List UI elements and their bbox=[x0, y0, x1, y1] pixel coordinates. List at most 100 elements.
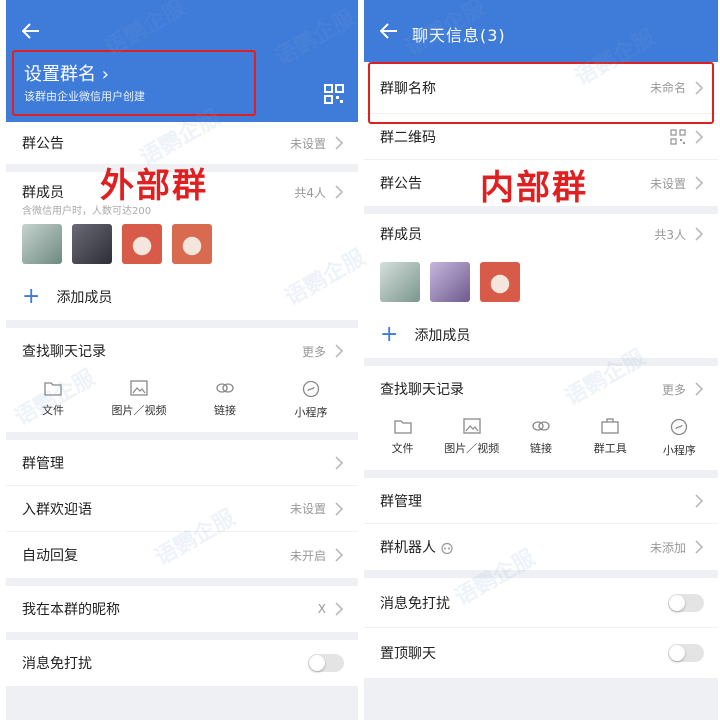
folder-icon bbox=[44, 382, 62, 396]
chevron-right-icon bbox=[335, 548, 344, 562]
tool-label: 小程序 bbox=[662, 444, 696, 457]
avatar[interactable] bbox=[172, 224, 212, 264]
chevron-right-icon bbox=[335, 185, 344, 199]
avatar[interactable] bbox=[380, 262, 420, 302]
search-history-row[interactable]: 查找聊天记录 更多 bbox=[6, 328, 358, 374]
plus-icon: + bbox=[22, 284, 41, 309]
add-member-button[interactable]: + 添加成员 bbox=[6, 274, 358, 320]
tool-miniprogram[interactable]: 小程序 bbox=[645, 418, 714, 458]
tool-label: 文件 bbox=[42, 404, 64, 417]
robot-value: 未添加 bbox=[649, 540, 686, 555]
group-qr-row[interactable]: 群二维码 bbox=[364, 114, 718, 160]
welcome-message-row[interactable]: 入群欢迎语 未设置 bbox=[6, 486, 358, 532]
tool-miniprogram[interactable]: 小程序 bbox=[268, 380, 354, 420]
tool-links[interactable]: 链接 bbox=[506, 418, 575, 458]
auto-reply-value: 未开启 bbox=[289, 548, 326, 563]
history-filter-tools: 文件 图片／视频 链接 小程序 bbox=[6, 374, 358, 432]
tool-label: 图片／视频 bbox=[444, 442, 500, 455]
announcement-value: 未设置 bbox=[649, 176, 686, 191]
image-icon bbox=[463, 418, 481, 434]
avatar[interactable] bbox=[72, 224, 112, 264]
group-manage-row[interactable]: 群管理 bbox=[6, 440, 358, 486]
annotation-internal-group: 内部群 bbox=[480, 168, 588, 208]
tool-label: 图片／视频 bbox=[111, 404, 167, 417]
pin-toggle[interactable] bbox=[668, 644, 704, 662]
pin-label: 置顶聊天 bbox=[380, 646, 436, 662]
search-history-label: 查找聊天记录 bbox=[22, 344, 106, 360]
group-created-by-note: 该群由企业微信用户创建 bbox=[24, 90, 145, 103]
nickname-value: X bbox=[317, 602, 326, 616]
tool-links[interactable]: 链接 bbox=[182, 380, 268, 420]
folder-icon bbox=[393, 420, 412, 434]
members-count: 共4人 bbox=[294, 186, 326, 200]
chevron-right-icon bbox=[695, 493, 704, 508]
add-member-button[interactable]: + 添加成员 bbox=[364, 312, 718, 358]
announcement-value: 未设置 bbox=[289, 136, 326, 151]
dnd-label: 消息免打扰 bbox=[380, 595, 450, 612]
group-name-row[interactable]: 群聊名称 未命名 bbox=[364, 62, 718, 114]
external-group-panel: 设置群名 › 该群由企业微信用户创建 群公告 未设置 群成员 共4人 含微信用户… bbox=[6, 0, 358, 720]
members-row[interactable]: 群成员 共3人 bbox=[364, 214, 718, 254]
back-arrow-icon[interactable] bbox=[20, 20, 42, 42]
pin-chat-row[interactable]: 置顶聊天 bbox=[364, 628, 718, 678]
search-history-more: 更多 bbox=[661, 382, 686, 397]
robot-icon bbox=[441, 542, 454, 555]
avatar[interactable] bbox=[480, 262, 520, 302]
tool-images[interactable]: 图片／视频 bbox=[437, 418, 506, 458]
tool-label: 文件 bbox=[391, 442, 414, 455]
chevron-right-icon bbox=[695, 129, 704, 144]
chevron-right-icon bbox=[695, 382, 704, 396]
group-name-value: 未命名 bbox=[649, 81, 686, 95]
search-history-row[interactable]: 查找聊天记录 更多 bbox=[364, 366, 718, 412]
announcement-label: 群公告 bbox=[22, 136, 64, 152]
tool-label: 小程序 bbox=[294, 406, 328, 419]
chevron-right-icon bbox=[695, 80, 704, 95]
group-name-label: 群聊名称 bbox=[380, 80, 436, 97]
toolbox-icon bbox=[601, 418, 619, 434]
chevron-right-icon bbox=[695, 176, 704, 190]
tool-images[interactable]: 图片／视频 bbox=[96, 380, 182, 420]
my-nickname-row[interactable]: 我在本群的昵称 X bbox=[6, 586, 358, 632]
group-manage-row[interactable]: 群管理 bbox=[364, 478, 718, 524]
member-avatars bbox=[6, 216, 358, 274]
dnd-toggle[interactable] bbox=[668, 593, 704, 612]
tool-label: 链接 bbox=[214, 404, 236, 417]
chevron-right-icon bbox=[335, 501, 344, 516]
tool-label: 群工具 bbox=[593, 442, 627, 455]
avatar[interactable] bbox=[122, 224, 162, 264]
add-member-label: 添加成员 bbox=[56, 290, 113, 306]
tool-files[interactable]: 文件 bbox=[368, 418, 437, 458]
auto-reply-row[interactable]: 自动回复 未开启 bbox=[6, 532, 358, 578]
miniprogram-icon bbox=[671, 418, 688, 436]
dnd-row[interactable]: 消息免打扰 bbox=[6, 640, 358, 686]
group-manage-label: 群管理 bbox=[380, 493, 422, 510]
group-robot-row[interactable]: 群机器人 未添加 bbox=[364, 524, 718, 570]
avatar[interactable] bbox=[430, 262, 470, 302]
auto-reply-label: 自动回复 bbox=[22, 548, 78, 564]
robot-label: 群机器人 bbox=[380, 537, 650, 557]
annotation-external-group: 外部群 bbox=[100, 166, 208, 206]
tool-files[interactable]: 文件 bbox=[10, 380, 96, 420]
dnd-toggle[interactable] bbox=[308, 654, 344, 672]
chevron-right-icon bbox=[695, 540, 704, 554]
dnd-row[interactable]: 消息免打扰 bbox=[364, 578, 718, 628]
tool-group-tools[interactable]: 群工具 bbox=[576, 418, 645, 458]
page-title: 聊天信息(3) bbox=[412, 26, 506, 45]
dnd-label: 消息免打扰 bbox=[22, 656, 92, 672]
set-group-name-link[interactable]: 设置群名 › bbox=[24, 60, 109, 86]
group-manage-label: 群管理 bbox=[22, 455, 64, 472]
miniprogram-icon bbox=[302, 380, 320, 398]
search-history-label: 查找聊天记录 bbox=[380, 382, 464, 398]
members-label: 群成员 bbox=[380, 227, 422, 243]
avatar[interactable] bbox=[22, 224, 62, 264]
robot-label-text: 群机器人 bbox=[380, 540, 436, 556]
nickname-label: 我在本群的昵称 bbox=[22, 602, 120, 618]
search-history-more: 更多 bbox=[301, 344, 326, 359]
image-icon bbox=[130, 380, 148, 396]
qr-code-icon[interactable] bbox=[324, 84, 344, 108]
chevron-right-icon bbox=[335, 344, 344, 358]
link-icon bbox=[216, 383, 234, 393]
group-qr-label: 群二维码 bbox=[380, 129, 436, 146]
chevron-right-icon bbox=[335, 602, 344, 616]
back-arrow-icon[interactable] bbox=[378, 20, 400, 42]
